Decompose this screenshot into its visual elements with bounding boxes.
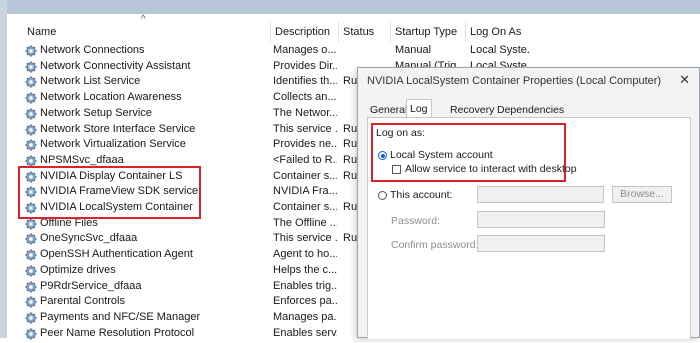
col-header-status[interactable]: Status (338, 22, 374, 42)
sort-up-icon[interactable]: ^ (141, 14, 146, 25)
cell-name: Network Connectivity Assistant (40, 59, 191, 72)
cell-name: Network Store Interface Service (40, 122, 196, 135)
confirm-password-label: Confirm password: (391, 239, 479, 251)
cell-description: Container s... (273, 201, 337, 213)
col-header-description[interactable]: Description (270, 22, 330, 42)
gear-icon (25, 280, 37, 293)
tab-log-on[interactable]: Log On (406, 99, 432, 134)
dialog-title: NVIDIA LocalSystem Container Properties … (367, 75, 662, 87)
gear-icon (25, 45, 37, 57)
cell-name: Parental Controls (40, 295, 125, 308)
cell-description: Collects an... (273, 91, 337, 104)
cell-description: This service ... (273, 232, 337, 245)
cell-description: Identifies th... (273, 75, 337, 88)
cell-name: Network Location Awareness (40, 91, 182, 104)
gear-icon (25, 233, 37, 246)
cell-name: Optimize drives (40, 263, 116, 276)
cell-name: Network Virtualization Service (40, 138, 186, 151)
gear-icon (25, 60, 37, 73)
cell-description: NVIDIA Fra... (273, 185, 337, 198)
close-icon[interactable]: ✕ (679, 72, 690, 88)
allow-interact-checkbox[interactable] (392, 165, 401, 174)
gear-icon (25, 265, 37, 277)
cell-description: Manages o... (273, 44, 337, 56)
cell-description: This service ... (273, 122, 337, 135)
cell-description: Enables trig... (273, 279, 337, 292)
cell-startup: Manual (395, 44, 432, 56)
cell-name: Payments and NFC/SE Manager (40, 310, 201, 323)
password-label: Password: (391, 215, 441, 227)
cell-description: Container s... (273, 169, 337, 182)
cell-name: OneSyncSvc_dfaaa (40, 232, 138, 245)
cell-name: OpenSSH Authentication Agent (40, 248, 193, 261)
gear-icon (25, 296, 37, 308)
allow-interact-label[interactable]: Allow service to interact with desktop (405, 163, 577, 175)
col-header-name[interactable]: Name (27, 22, 56, 42)
gear-icon (25, 108, 37, 120)
gear-icon (25, 92, 37, 104)
this-account-radio[interactable] (378, 191, 387, 200)
local-system-radio[interactable] (378, 151, 387, 160)
cell-description: <Failed to R... (273, 153, 337, 166)
cell-name: Network Setup Service (40, 106, 152, 119)
password-field[interactable] (477, 211, 605, 228)
tab-dependencies[interactable]: Dependencies (494, 102, 567, 118)
cell-description: Enforces pa... (273, 295, 337, 308)
browse-button[interactable]: Browse... (612, 186, 672, 203)
cell-description: Agent to ho... (273, 248, 337, 261)
properties-dialog: NVIDIA LocalSystem Container Properties … (357, 67, 700, 339)
cell-description: Enables serv... (273, 326, 337, 339)
gear-icon (25, 249, 37, 261)
cell-name: P9RdrService_dfaaa (40, 279, 142, 292)
cell-description: The Networ... (273, 106, 337, 119)
cell-description: The Offline ... (273, 216, 337, 229)
cell-name: Peer Name Resolution Protocol (40, 326, 195, 339)
local-system-label[interactable]: Local System account (390, 149, 493, 161)
gear-icon (25, 217, 37, 230)
col-header-log-on-as[interactable]: Log On As (465, 22, 521, 42)
highlight-nvidia-services (18, 166, 201, 219)
account-field[interactable] (477, 186, 604, 203)
gear-icon (25, 123, 37, 136)
logon-as-label: Log on as: (376, 127, 426, 139)
cell-logon: Local Syste... (470, 44, 530, 56)
gear-icon (25, 76, 37, 89)
confirm-password-field[interactable] (477, 235, 605, 252)
gear-icon (25, 312, 37, 324)
cell-description: Helps the c... (273, 263, 337, 276)
log-on-page: Log on as: Local System account Allow se… (367, 117, 691, 339)
tab-general[interactable]: General (367, 102, 410, 118)
cell-name: Network Connections (40, 44, 145, 56)
cell-description: Provides Dir... (273, 59, 337, 72)
this-account-label[interactable]: This account: (390, 189, 452, 201)
gear-icon (25, 139, 37, 151)
cell-description: Provides ne... (273, 138, 337, 151)
col-header-startup-type[interactable]: Startup Type (390, 22, 457, 42)
cell-description: Manages pa... (273, 310, 337, 323)
window-top-band (0, 0, 700, 14)
table-row[interactable]: Network Connections Manages o... Manual Loc… (0, 43, 700, 59)
cell-name: Network List Service (40, 75, 141, 88)
tab-recovery[interactable]: Recovery (447, 102, 497, 118)
